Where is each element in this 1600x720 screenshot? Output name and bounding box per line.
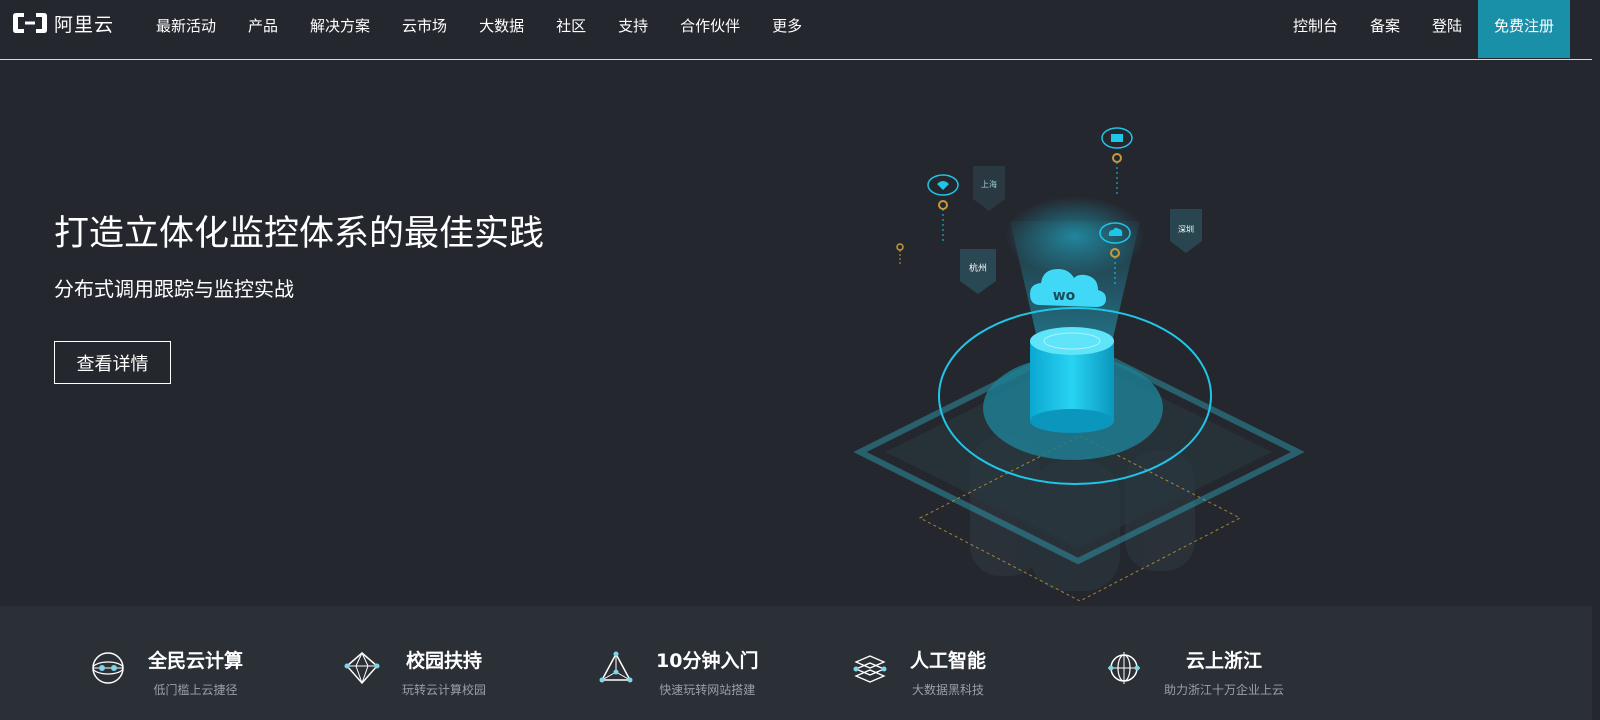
nav-item-support[interactable]: 支持: [602, 0, 664, 52]
nav-item-partners[interactable]: 合作伙伴: [664, 0, 756, 52]
feature-subtitle: 快速玩转网站搭建: [659, 683, 756, 697]
aliyun-logo-icon: [13, 13, 47, 33]
globe-network-icon: [92, 652, 124, 684]
cloud-logo-text: wo: [1053, 288, 1076, 304]
city-tag-hangzhou: 杭州: [960, 249, 996, 294]
pin-monitor: [1101, 127, 1133, 196]
pin-wifi: [927, 174, 959, 241]
feature-ai[interactable]: 人工智能 大数据黑科技: [852, 646, 986, 698]
feature-bar: 全民云计算 低门槛上云捷径 校园扶持 玩转云计算校园 10分钟入门 快速玩转网站…: [0, 606, 1600, 720]
feature-cloud-for-all[interactable]: 全民云计算 低门槛上云捷径: [90, 646, 243, 698]
nav-item-marketplace[interactable]: 云市场: [386, 0, 463, 52]
triangle-network-icon: [599, 651, 633, 683]
feature-title: 人工智能: [910, 650, 987, 672]
feature-subtitle: 助力浙江十万企业上云: [1164, 683, 1285, 697]
diamond-network-icon: [344, 652, 380, 685]
page-scrollbar[interactable]: [1592, 0, 1600, 720]
top-nav: 阿里云 最新活动 产品 解决方案 云市场 大数据 社区 支持 合作伙伴 更多 控…: [0, 0, 1600, 60]
pin-small: [896, 243, 904, 266]
filing-link[interactable]: 备案: [1354, 0, 1416, 52]
nav-item-community[interactable]: 社区: [540, 0, 602, 52]
city-tag-shenzhen: 深圳: [1170, 209, 1202, 253]
account-nav: 控制台 备案 登陆 免费注册: [1277, 0, 1570, 58]
feature-10min-intro[interactable]: 10分钟入门 快速玩转网站搭建: [598, 646, 758, 698]
city-label-shanghai: 上海: [981, 179, 997, 189]
logo-text: 阿里云: [54, 13, 115, 36]
aliyun-logo[interactable]: 阿里云: [12, 10, 114, 36]
city-tag-shanghai: 上海: [973, 166, 1005, 211]
view-details-button[interactable]: 查看详情: [54, 341, 171, 384]
main-nav: 最新活动 产品 解决方案 云市场 大数据 社区 支持 合作伙伴 更多: [140, 0, 818, 52]
feature-title: 全民云计算: [148, 650, 244, 672]
nav-item-products[interactable]: 产品: [232, 0, 294, 52]
feature-campus-support[interactable]: 校园扶持 玩转云计算校园: [344, 646, 486, 698]
feature-title: 云上浙江: [1186, 650, 1263, 672]
nav-item-big-data[interactable]: 大数据: [463, 0, 540, 52]
layers-network-icon: [853, 655, 887, 683]
feature-zhejiang-cloud[interactable]: 云上浙江 助力浙江十万企业上云: [1106, 646, 1284, 698]
hero-title: 打造立体化监控体系的最佳实践: [54, 214, 545, 254]
city-label-shenzhen: 深圳: [1178, 224, 1194, 234]
hero-subtitle: 分布式调用跟踪与监控实战: [54, 277, 294, 301]
city-label-hangzhou: 杭州: [969, 262, 987, 274]
feature-subtitle: 玩转云计算校园: [402, 683, 487, 697]
register-button[interactable]: 免费注册: [1477, 0, 1570, 58]
hero-banner[interactable]: 打造立体化监控体系的最佳实践 分布式调用跟踪与监控实战 查看详情 wo 上海 杭…: [0, 61, 1600, 606]
feature-subtitle: 低门槛上云捷径: [153, 683, 238, 697]
nav-item-latest-events[interactable]: 最新活动: [140, 0, 232, 52]
nav-item-solutions[interactable]: 解决方案: [294, 0, 386, 52]
feature-title: 校园扶持: [406, 650, 483, 672]
console-link[interactable]: 控制台: [1277, 0, 1354, 52]
feature-subtitle: 大数据黑科技: [912, 683, 985, 697]
nav-item-more[interactable]: 更多: [756, 0, 818, 52]
feature-title: 10分钟入门: [656, 650, 759, 672]
login-link[interactable]: 登陆: [1416, 0, 1478, 52]
cloud-monitoring-illustration: wo 上海 杭州 深圳: [853, 127, 1305, 601]
orbit-network-icon: [1108, 652, 1140, 684]
